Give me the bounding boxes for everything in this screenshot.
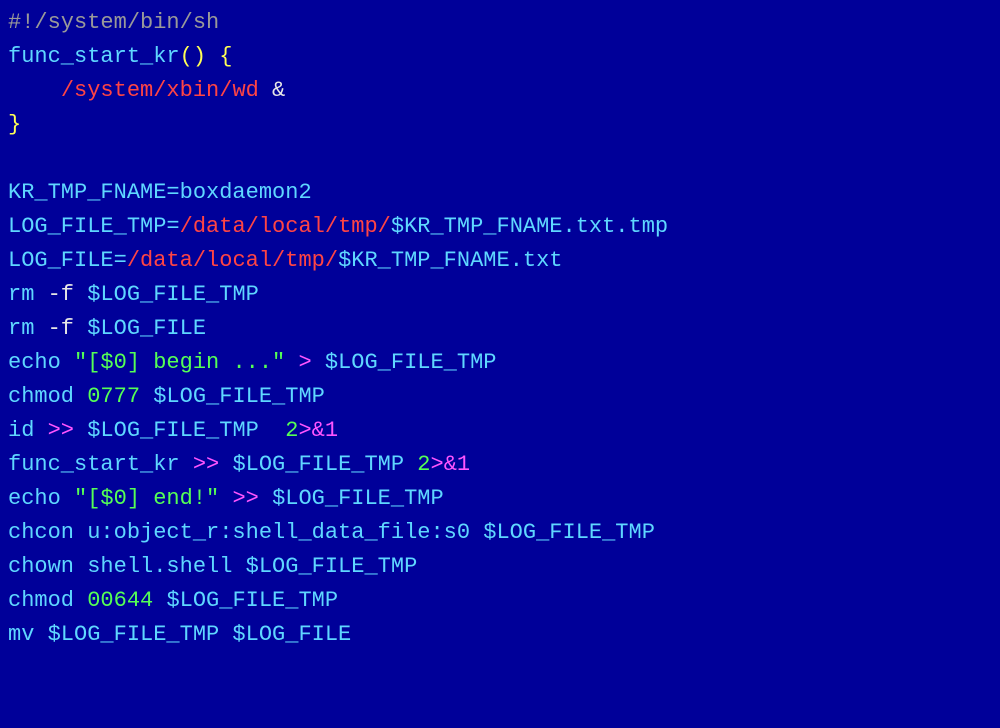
code-token: 2 — [285, 418, 298, 443]
code-token: LOG_FILE= — [8, 248, 127, 273]
code-token: chown shell.shell $LOG_FILE_TMP — [8, 554, 417, 579]
code-token: >> — [193, 452, 219, 477]
code-token: LOG_FILE_TMP= — [8, 214, 180, 239]
code-token — [219, 452, 232, 477]
code-token — [74, 384, 87, 409]
code-token: "[$0] begin ..." — [74, 350, 285, 375]
code-token — [153, 588, 166, 613]
code-token — [140, 384, 153, 409]
code-token: id — [8, 418, 34, 443]
code-token: KR_TMP_FNAME=boxdaemon2 — [8, 180, 312, 205]
code-token: } — [8, 112, 21, 137]
code-token — [74, 418, 87, 443]
code-token: /system/xbin/wd — [61, 78, 259, 103]
code-token: 2 — [417, 452, 430, 477]
code-token — [74, 588, 87, 613]
code-token — [259, 486, 272, 511]
code-token: $LOG_FILE_TMP — [272, 486, 444, 511]
code-token: /data/local/tmp/ — [127, 248, 338, 273]
code-token: mv $LOG_FILE_TMP $LOG_FILE — [8, 622, 351, 647]
code-token: "[$0] end!" — [74, 486, 219, 511]
code-token — [285, 350, 298, 375]
code-token: & — [259, 78, 285, 103]
code-token: $KR_TMP_FNAME.txt.tmp — [391, 214, 668, 239]
code-token: $LOG_FILE_TMP — [87, 282, 259, 307]
code-token: $LOG_FILE — [87, 316, 206, 341]
code-token: /data/local/tmp/ — [180, 214, 391, 239]
code-token — [34, 418, 47, 443]
code-token: rm — [8, 316, 34, 341]
code-token: echo — [8, 486, 61, 511]
code-token: echo — [8, 350, 61, 375]
code-token — [61, 486, 74, 511]
code-token: >&1 — [298, 418, 338, 443]
code-token: 0777 — [87, 384, 140, 409]
code-token — [404, 452, 417, 477]
code-token: $LOG_FILE_TMP — [153, 384, 325, 409]
code-token: chcon u:object_r:shell_data_file:s0 $LOG… — [8, 520, 655, 545]
code-token: 00644 — [87, 588, 153, 613]
code-token: >> — [232, 486, 258, 511]
code-token: #!/system/bin/sh — [8, 10, 219, 35]
shell-script-code: #!/system/bin/sh func_start_kr() { /syst… — [0, 0, 1000, 658]
code-token: >&1 — [431, 452, 471, 477]
code-token: chmod — [8, 588, 74, 613]
code-token: >> — [48, 418, 74, 443]
code-token: -f — [34, 282, 87, 307]
code-token: $LOG_FILE_TMP — [232, 452, 404, 477]
code-token: func_start_kr — [8, 452, 180, 477]
code-token: () { — [180, 44, 233, 69]
code-token — [259, 418, 285, 443]
code-token — [312, 350, 325, 375]
code-token — [61, 350, 74, 375]
code-token: > — [298, 350, 311, 375]
code-token: $LOG_FILE_TMP — [87, 418, 259, 443]
code-token: $KR_TMP_FNAME.txt — [338, 248, 562, 273]
code-token: $LOG_FILE_TMP — [166, 588, 338, 613]
code-token: rm — [8, 282, 34, 307]
code-token: $LOG_FILE_TMP — [325, 350, 497, 375]
code-token: -f — [34, 316, 87, 341]
code-token: func_start_kr — [8, 44, 180, 69]
code-token — [219, 486, 232, 511]
code-token: chmod — [8, 384, 74, 409]
code-token — [180, 452, 193, 477]
